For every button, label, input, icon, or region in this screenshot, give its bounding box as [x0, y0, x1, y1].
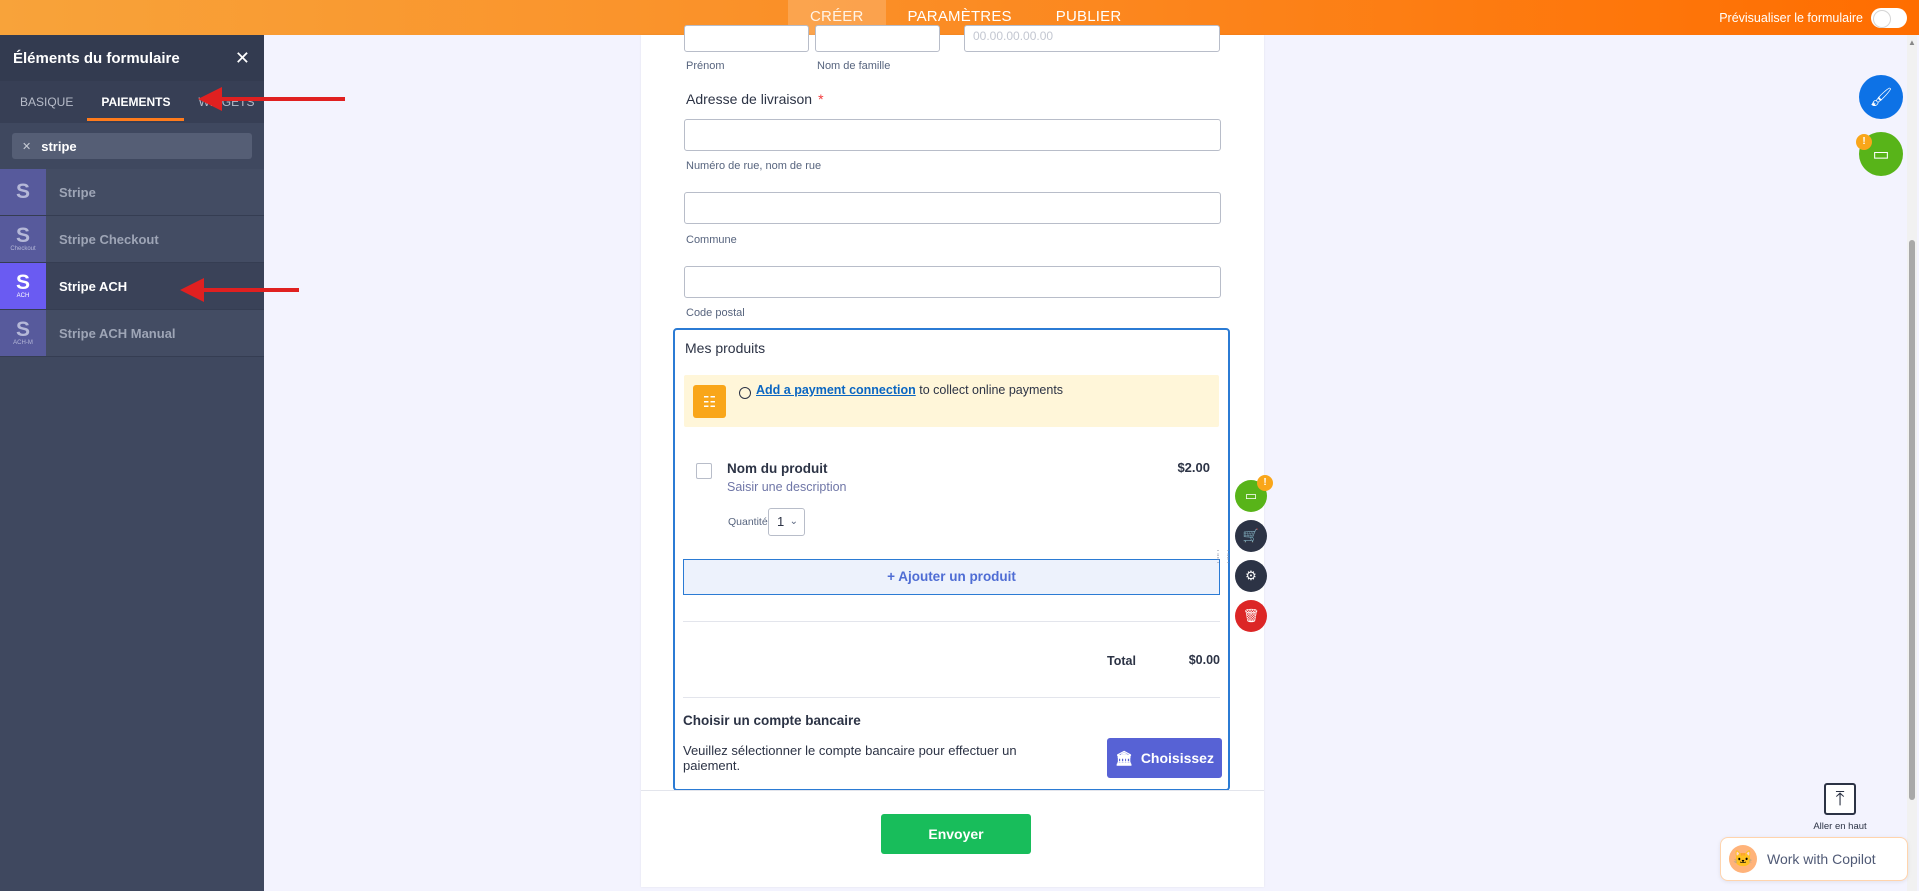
choose-bank-button[interactable]: 🏛 Choisissez: [1107, 738, 1222, 778]
gear-icon[interactable]: ⚙: [1235, 560, 1267, 592]
street-field[interactable]: [684, 119, 1221, 151]
add-payment-connection-link[interactable]: Add a payment connection: [756, 383, 916, 397]
last-name-sublabel: Nom de famille: [817, 60, 891, 72]
city-sublabel: Commune: [686, 234, 737, 246]
street-sublabel: Numéro de rue, nom de rue: [686, 160, 822, 172]
submit-button[interactable]: Envoyer: [881, 814, 1031, 854]
scrollbar-thumb[interactable]: [1909, 240, 1915, 800]
add-product-button[interactable]: + Ajouter un produit: [683, 559, 1220, 595]
stripe-checkout-icon: S Checkout: [0, 216, 46, 262]
paint-brush-icon[interactable]: 🖌: [1859, 75, 1903, 119]
element-label: Stripe ACH Manual: [59, 325, 176, 341]
divider: [683, 621, 1220, 622]
search-input[interactable]: ✕ stripe: [12, 133, 252, 159]
postal-code-field[interactable]: [684, 266, 1221, 298]
element-stripe-ach[interactable]: S ACH Stripe ACH: [0, 263, 264, 310]
panel-tabs: BASIQUE PAIEMENTS WIDGETS: [0, 81, 264, 123]
warning-badge: !: [1856, 134, 1872, 150]
annotation-arrow-tabs: [198, 87, 345, 111]
product-price: $2.00: [1177, 460, 1210, 475]
arrow-up-icon: ⤒: [1824, 783, 1856, 815]
go-to-top-button[interactable]: ⤒ Aller en haut: [1809, 783, 1871, 832]
copilot-label: Work with Copilot: [1767, 851, 1876, 867]
element-stripe[interactable]: S Stripe: [0, 169, 264, 216]
panel-title: Éléments du formulaire: [13, 49, 180, 67]
stripe-ach-manual-icon: S ACH-M: [0, 310, 46, 356]
element-label: Stripe ACH: [59, 278, 128, 294]
product-checkbox[interactable]: [696, 463, 712, 479]
tab-basique[interactable]: BASIQUE: [6, 81, 87, 123]
scroll-up-icon[interactable]: ▲: [1908, 38, 1916, 47]
search-value: stripe: [41, 138, 77, 154]
trash-icon[interactable]: 🗑: [1235, 600, 1267, 632]
drag-handle-icon[interactable]: ⋮⋮ ⋮⋮: [1213, 550, 1233, 565]
element-label: Stripe: [59, 184, 96, 200]
go-to-top-label: Aller en haut: [1813, 821, 1867, 832]
element-stripe-ach-manual[interactable]: S ACH-M Stripe ACH Manual: [0, 310, 264, 357]
total-label: Total: [1107, 654, 1136, 668]
element-stripe-checkout[interactable]: S Checkout Stripe Checkout: [0, 216, 264, 263]
first-name-field[interactable]: [684, 25, 809, 52]
panel-header: Éléments du formulaire ✕: [0, 35, 264, 81]
product-name: Nom du produit: [727, 461, 828, 476]
tab-paiements[interactable]: PAIEMENTS: [87, 81, 185, 123]
phone-field[interactable]: 00.00.00.00.00: [964, 25, 1220, 52]
copilot-avatar-icon: 🐱: [1729, 845, 1757, 873]
scrollbar[interactable]: ▲: [1907, 35, 1917, 891]
search-wrap: ✕ stripe: [0, 123, 264, 169]
cart-icon[interactable]: 🛒: [1235, 520, 1267, 552]
form-canvas: 00.00.00.00.00 Prénom Nom de famille Adr…: [641, 25, 1264, 887]
top-bar: CRÉER PARAMÈTRES PUBLIER Prévisualiser l…: [0, 0, 1919, 35]
phone-placeholder: 00.00.00.00.00: [973, 29, 1054, 43]
first-name-sublabel: Prénom: [686, 60, 725, 72]
product-description: Saisir une description: [727, 480, 847, 494]
address-label: Adresse de livraison *: [686, 91, 824, 107]
form-elements-panel: Éléments du formulaire ✕ BASIQUE PAIEMEN…: [0, 35, 264, 891]
warning-badge: !: [1257, 475, 1273, 491]
element-label: Stripe Checkout: [59, 231, 159, 247]
notice-radio: [739, 387, 751, 399]
last-name-field[interactable]: [815, 25, 940, 52]
products-title: Mes produits: [685, 340, 766, 356]
preview-label: Prévisualiser le formulaire: [1719, 10, 1863, 25]
payment-notice: ☷ Add a payment connection to collect on…: [684, 375, 1219, 427]
form-divider: [641, 790, 1264, 791]
divider: [683, 697, 1220, 698]
preview-toggle[interactable]: [1871, 7, 1907, 28]
preview-form-control: Prévisualiser le formulaire: [1719, 0, 1907, 35]
close-icon[interactable]: ✕: [235, 48, 250, 69]
stripe-icon: S: [0, 169, 46, 215]
stripe-ach-icon: S ACH: [0, 263, 46, 309]
bank-icon: 🏛: [1115, 749, 1133, 766]
chevron-down-icon: ⌄: [789, 516, 798, 527]
required-mark: *: [818, 91, 824, 107]
quantity-select[interactable]: 1 ⌄: [768, 508, 805, 536]
annotation-arrow-stripe-ach: [180, 278, 299, 302]
list-icon: ☷: [693, 385, 726, 418]
quantity-label: Quantité: [728, 516, 768, 528]
total-value: $0.00: [1188, 653, 1220, 667]
postal-code-sublabel: Code postal: [686, 307, 745, 319]
bank-account-description: Veuillez sélectionner le compte bancaire…: [683, 743, 1017, 773]
copilot-button[interactable]: 🐱 Work with Copilot: [1720, 837, 1908, 881]
bank-account-title: Choisir un compte bancaire: [683, 713, 861, 728]
element-list: S Stripe S Checkout Stripe Checkout S ACH …: [0, 169, 264, 357]
city-field[interactable]: [684, 192, 1221, 224]
clear-search-icon[interactable]: ✕: [22, 140, 31, 153]
products-field[interactable]: Mes produits ☷ Add a payment connection …: [673, 328, 1230, 791]
notice-text: Add a payment connection to collect onli…: [756, 383, 1064, 397]
